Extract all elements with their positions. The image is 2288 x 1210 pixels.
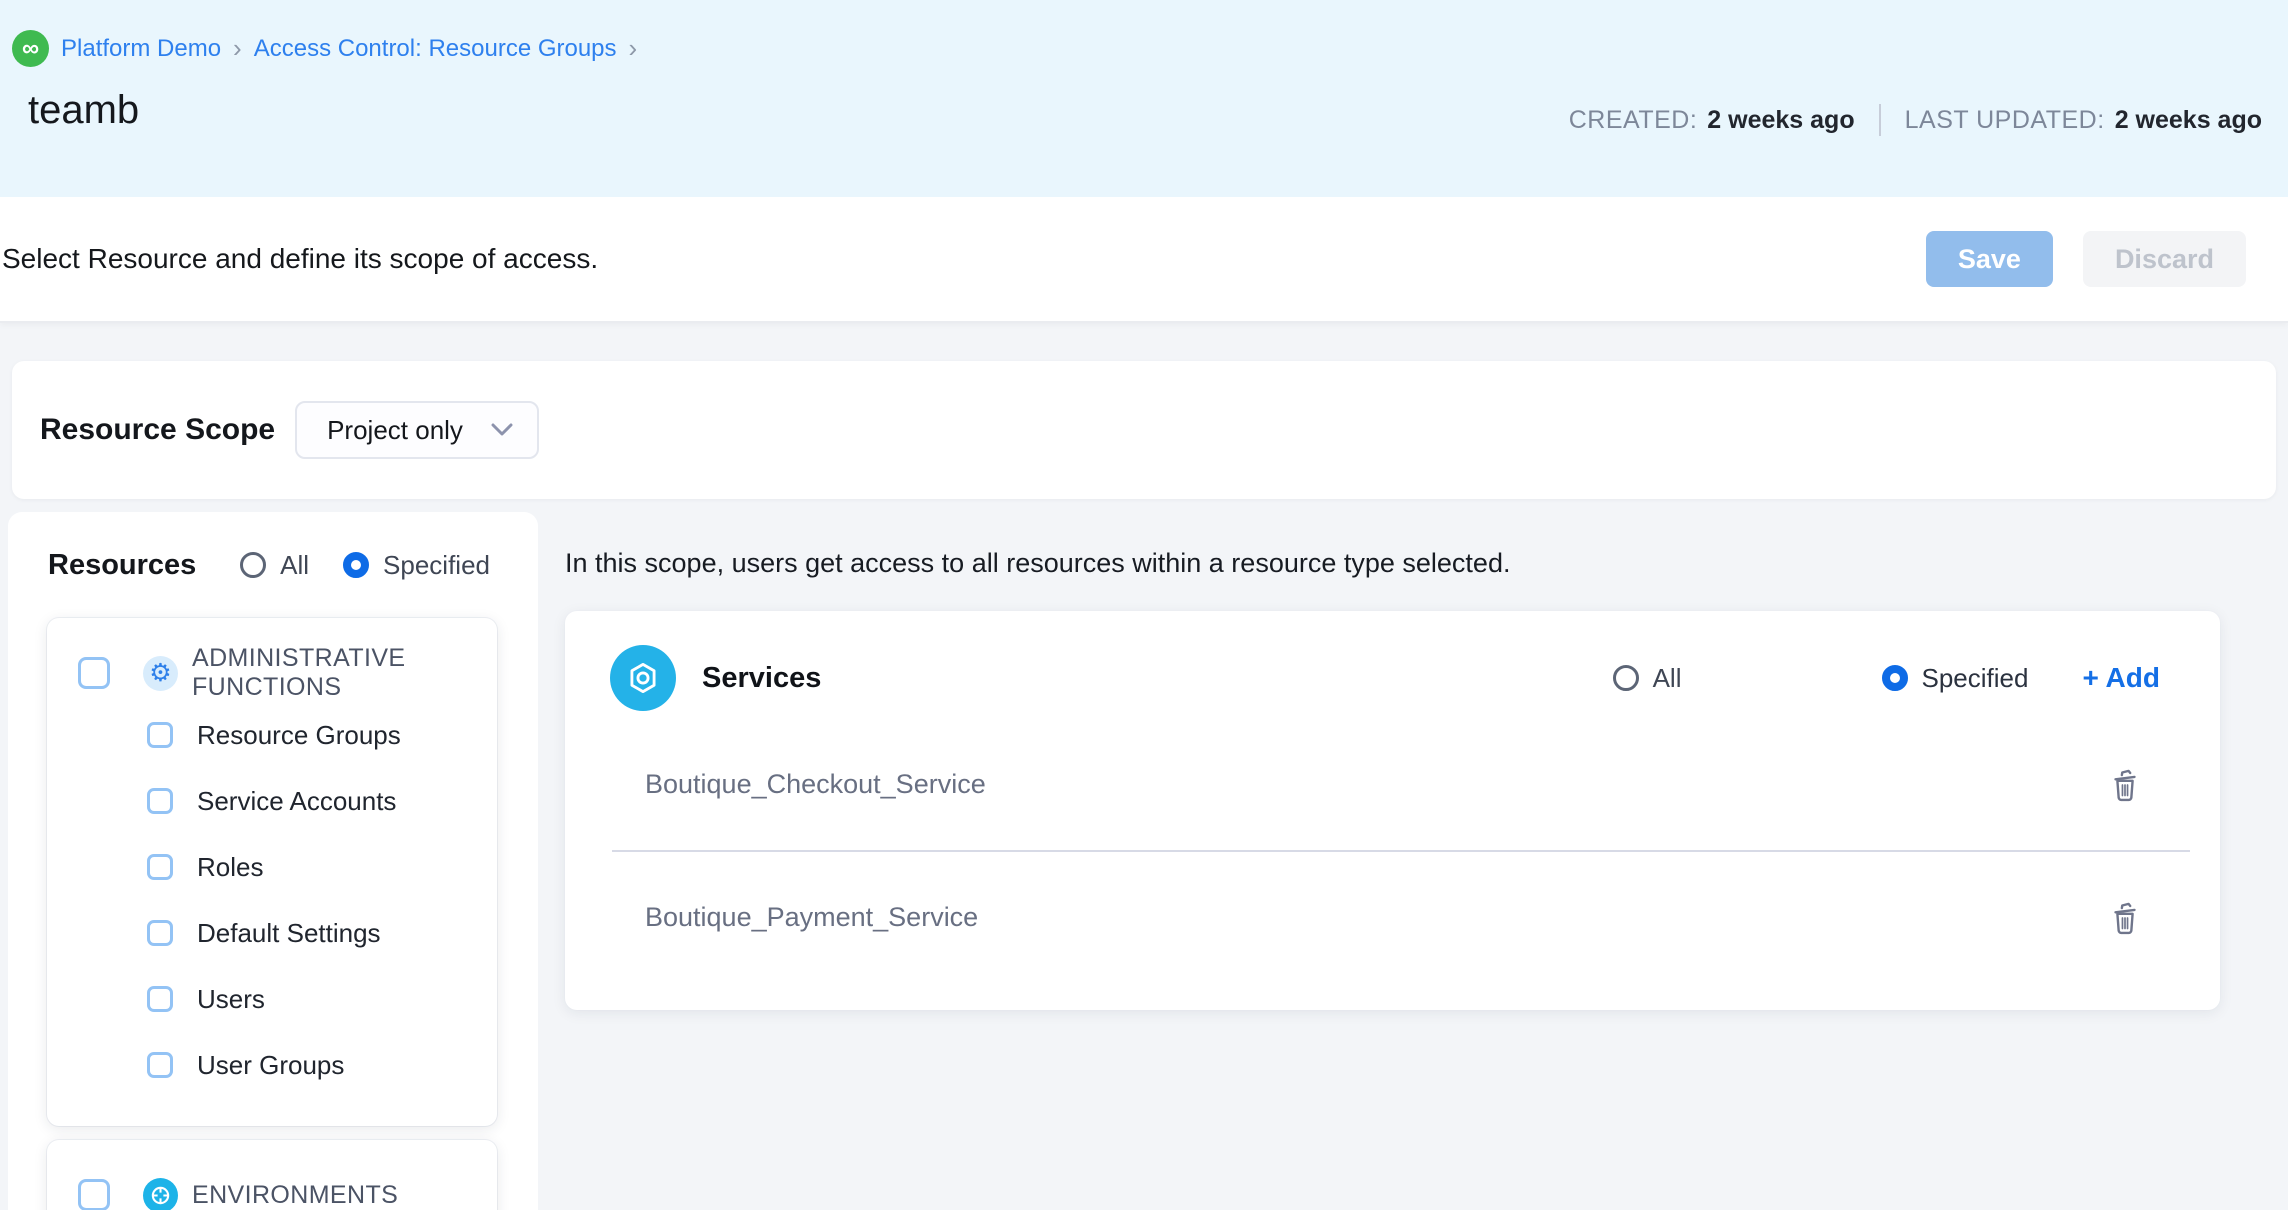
resources-radio-all[interactable]: All <box>240 550 309 581</box>
hexagon-services-icon <box>610 645 676 711</box>
admin-functions-card: ⚙ ADMINISTRATIVE FUNCTIONS Resource Grou… <box>47 618 497 1126</box>
services-title: Services <box>702 662 821 695</box>
resource-child-row: Service Accounts <box>47 768 497 834</box>
services-radio-specified[interactable]: Specified <box>1882 663 2029 694</box>
resource-scope-label: Resource Scope <box>40 413 275 447</box>
chevron-down-icon <box>491 423 513 437</box>
resources-panel: Resources All Specified ⚙ ADMINISTRATIVE… <box>8 512 538 1210</box>
resource-child-row: Resource Groups <box>47 702 497 768</box>
resource-scope-selected-value: Project only <box>327 415 463 446</box>
meta-divider <box>1879 104 1881 136</box>
environments-card: ENVIRONMENTS <box>47 1140 497 1210</box>
services-radio-specified-label: Specified <box>1922 663 2029 694</box>
chevron-right-icon: › <box>233 33 242 64</box>
created-value: 2 weeks ago <box>1707 106 1854 135</box>
resource-group-row: ⚙ ADMINISTRATIVE FUNCTIONS <box>47 644 497 702</box>
delete-service-button[interactable] <box>2108 766 2142 804</box>
radio-selected-icon[interactable] <box>1882 665 1908 691</box>
updated-value: 2 weeks ago <box>2115 106 2262 135</box>
page-header: ∞ Platform Demo › Access Control: Resour… <box>0 0 2288 197</box>
resources-title: Resources <box>48 549 196 582</box>
updated-label: LAST UPDATED: <box>1905 106 2105 135</box>
discard-button[interactable]: Discard <box>2083 231 2246 287</box>
users-label: Users <box>197 984 265 1015</box>
user-groups-checkbox[interactable] <box>147 1052 173 1078</box>
chevron-right-icon: › <box>629 33 638 64</box>
radio-unselected-icon[interactable] <box>240 552 266 578</box>
trash-icon <box>2116 903 2135 932</box>
resource-child-row: Roles <box>47 834 497 900</box>
save-button[interactable]: Save <box>1926 231 2053 287</box>
services-list: Boutique_Checkout_Service <box>565 719 2220 983</box>
page-title: teamb <box>28 88 139 133</box>
default-settings-label: Default Settings <box>197 918 381 949</box>
resource-child-row: Users <box>47 966 497 1032</box>
resource-scope-select[interactable]: Project only <box>295 401 539 459</box>
resource-scope-card: Resource Scope Project only <box>12 361 2276 499</box>
admin-functions-label: ADMINISTRATIVE FUNCTIONS <box>192 644 497 702</box>
services-card: Services All Specified + Add Boutique_Ch… <box>565 611 2220 1010</box>
radio-unselected-icon[interactable] <box>1613 665 1639 691</box>
add-service-button[interactable]: + Add <box>2082 662 2160 694</box>
created-label: CREATED: <box>1569 106 1698 135</box>
resources-radio-specified-label: Specified <box>383 550 490 581</box>
service-name: Boutique_Payment_Service <box>645 902 978 933</box>
services-radio-all[interactable]: All <box>1613 663 1682 694</box>
environments-label: ENVIRONMENTS <box>192 1181 398 1210</box>
service-accounts-label: Service Accounts <box>197 786 396 817</box>
action-toolbar: Select Resource and define its scope of … <box>0 197 2288 323</box>
resources-radio-specified[interactable]: Specified <box>343 550 490 581</box>
breadcrumb-access-control[interactable]: Access Control: Resource Groups <box>254 35 617 63</box>
resources-radio-all-label: All <box>280 550 309 581</box>
scope-note: In this scope, users get access to all r… <box>565 548 2220 579</box>
service-accounts-checkbox[interactable] <box>147 788 173 814</box>
resource-groups-checkbox[interactable] <box>147 722 173 748</box>
meta-info: CREATED: 2 weeks ago LAST UPDATED: 2 wee… <box>1569 104 2262 136</box>
resource-child-row: User Groups <box>47 1032 497 1098</box>
admin-functions-checkbox[interactable] <box>78 657 110 689</box>
trash-icon <box>2116 770 2135 799</box>
toolbar-description: Select Resource and define its scope of … <box>2 243 598 275</box>
user-groups-label: User Groups <box>197 1050 344 1081</box>
globe-icon <box>143 1178 178 1210</box>
radio-selected-icon[interactable] <box>343 552 369 578</box>
service-row: Boutique_Checkout_Service <box>565 719 2220 850</box>
scope-detail-column: In this scope, users get access to all r… <box>565 512 2220 1010</box>
services-radio-all-label: All <box>1653 663 1682 694</box>
services-header: Services All Specified + Add <box>565 611 2220 711</box>
service-row: Boutique_Payment_Service <box>565 852 2220 983</box>
delete-service-button[interactable] <box>2108 899 2142 937</box>
environments-checkbox[interactable] <box>78 1179 110 1210</box>
gear-icon: ⚙ <box>143 656 178 691</box>
resource-child-row: Default Settings <box>47 900 497 966</box>
updated-meta: LAST UPDATED: 2 weeks ago <box>1905 106 2262 135</box>
content-area: Resources All Specified ⚙ ADMINISTRATIVE… <box>0 512 2288 1210</box>
default-settings-checkbox[interactable] <box>147 920 173 946</box>
toolbar-buttons: Save Discard <box>1926 231 2246 287</box>
users-checkbox[interactable] <box>147 986 173 1012</box>
roles-label: Roles <box>197 852 263 883</box>
resource-groups-label: Resource Groups <box>197 720 401 751</box>
infinity-icon: ∞ <box>12 30 49 67</box>
created-meta: CREATED: 2 weeks ago <box>1569 106 1855 135</box>
roles-checkbox[interactable] <box>147 854 173 880</box>
resource-group-row: ENVIRONMENTS <box>47 1166 497 1210</box>
resources-panel-header: Resources All Specified <box>8 512 538 618</box>
breadcrumb-platform-demo[interactable]: Platform Demo <box>61 35 221 63</box>
service-name: Boutique_Checkout_Service <box>645 769 986 800</box>
breadcrumb: ∞ Platform Demo › Access Control: Resour… <box>12 30 637 67</box>
